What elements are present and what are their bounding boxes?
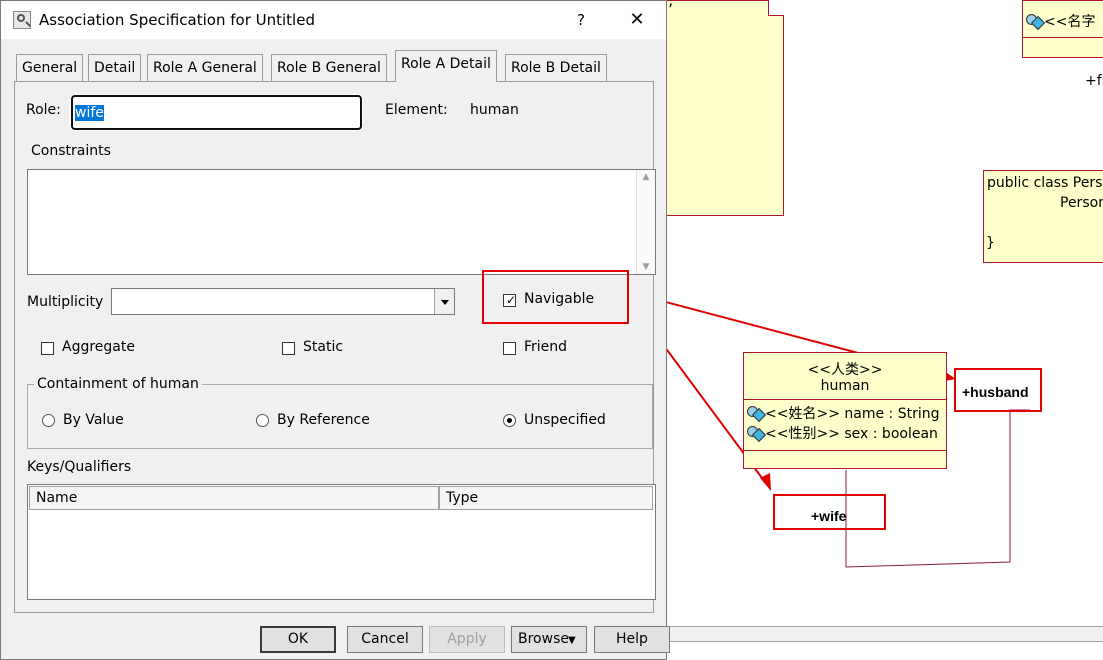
by-value-label: By Value [63,412,124,428]
keys-qualifiers-list[interactable]: Name Type [27,484,656,600]
attribute-text: <<性别>> sex : boolean [765,426,938,442]
class-attribute[interactable]: <<性别>> sex : boolean [746,423,938,443]
keys-qualifiers-label: Keys/Qualifiers [27,459,132,475]
help-question-icon[interactable]: ? [571,7,591,33]
dropdown-arrow-icon: ▼ [568,635,576,646]
association-specification-dialog: Association Specification for Untitled ?… [0,0,670,660]
tab-general[interactable]: General [16,54,84,81]
role-wife-label[interactable]: +wife [811,508,846,524]
friend-checkbox[interactable] [503,342,516,355]
tab-role-a-detail[interactable]: Role A Detail [395,50,497,82]
by-reference-radio[interactable] [256,414,269,427]
multiplicity-combo[interactable] [111,288,455,315]
attribute-icon [746,405,767,423]
chevron-down-icon [441,300,449,305]
scroll-up-icon[interactable]: ▲ [637,170,655,184]
column-header-type[interactable]: Type [439,486,653,510]
friend-label: Friend [524,339,568,355]
check-icon: ✓ [506,293,517,307]
apply-button[interactable]: Apply [429,626,505,653]
class-divider [744,450,946,451]
close-icon[interactable]: ✕ [623,7,651,33]
role-husband-label[interactable]: +husband [962,384,1029,400]
element-label: Element: [385,102,448,118]
aggregate-checkbox[interactable] [41,342,54,355]
class-stereotype: <<人类>> [807,362,883,378]
tab-role-a-general[interactable]: Role A General [147,54,263,81]
class-name: human [820,378,870,394]
help-button[interactable]: Help [594,626,670,653]
static-label: Static [303,339,344,355]
tab-role-b-general[interactable]: Role B General [271,54,387,81]
browse-button[interactable]: Browse▼ [511,626,587,653]
unspecified-radio[interactable] [503,414,516,427]
element-value: human [470,102,519,118]
scroll-down-icon[interactable]: ▼ [637,260,655,274]
constraints-textarea[interactable]: ▲ ▼ [27,169,656,275]
column-header-name[interactable]: Name [29,486,439,510]
multiplicity-label: Multiplicity [27,294,104,310]
attribute-text: <<姓名>> name : String [765,406,940,422]
attribute-icon [746,425,767,443]
radio-selected-dot [507,418,512,423]
by-reference-label: By Reference [277,412,370,428]
navigable-label: Navigable [524,291,595,307]
unspecified-label: Unspecified [524,412,606,428]
cancel-button[interactable]: Cancel [347,626,423,653]
ok-button[interactable]: OK [260,626,336,653]
aggregate-label: Aggregate [62,339,135,355]
dialog-title: Association Specification for Untitled [39,11,315,29]
static-checkbox[interactable] [282,342,295,355]
tab-role-b-detail[interactable]: Role B Detail [505,54,607,81]
multiplicity-dropdown-button[interactable] [434,289,454,314]
class-attribute[interactable]: <<姓名>> name : String [746,403,939,423]
browse-label: Browse [518,631,568,647]
constraints-label: Constraints [31,143,111,159]
by-value-radio[interactable] [42,414,55,427]
human-class[interactable]: <<人类>> human <<姓名>> name : String <<性别>>… [743,352,947,469]
tab-detail[interactable]: Detail [88,54,142,81]
bottom-splitter[interactable] [667,626,1103,642]
class-divider [744,399,946,400]
navigable-checkbox[interactable]: ✓ [503,293,517,307]
constraints-scrollbar[interactable]: ▲ ▼ [636,170,655,274]
role-label: Role: [26,102,61,118]
containment-title: Containment of human [34,376,202,392]
magnifier-icon [13,11,31,29]
dialog-titlebar[interactable]: Association Specification for Untitled ?… [1,1,666,39]
role-input[interactable] [70,94,363,131]
